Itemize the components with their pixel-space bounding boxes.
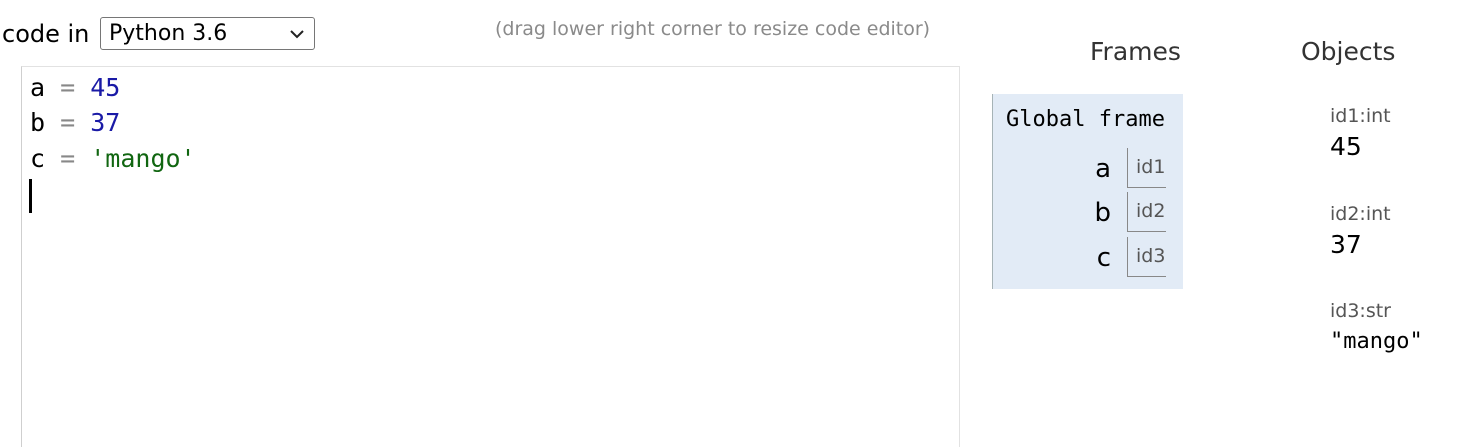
frame-var-ref[interactable]: id2 [1127,192,1166,232]
code-var: a [30,73,46,102]
code-string: 'mango' [90,144,196,173]
global-frame: Global frame a id1 b id2 c id3 [992,94,1183,289]
code-number: 45 [90,73,121,102]
text-cursor [29,179,32,213]
frames-heading: Frames [1090,37,1181,66]
object-type-label: id3:str [1330,300,1391,322]
code-number: 37 [90,108,121,137]
object-type-label: id2:int [1330,203,1391,225]
frame-var-name: b [1094,198,1111,228]
frame-var-name: c [1096,243,1111,273]
objects-heading: Objects [1301,37,1396,66]
object-value: 37 [1330,230,1362,259]
language-select-value: Python 3.6 [109,21,228,46]
code-line-1: a = 45 [30,70,120,106]
code-line-2: b = 37 [30,105,120,141]
code-editor[interactable]: a = 45 b = 37 c = 'mango' [21,66,960,447]
code-in-label: code in [2,20,90,48]
code-var: c [30,144,46,173]
object-value: 45 [1330,132,1362,161]
global-frame-title: Global frame [1006,107,1165,132]
language-select[interactable]: Python 3.6 [100,17,315,50]
chevron-down-icon [290,30,304,39]
code-operator: = [60,73,76,102]
resize-hint: (drag lower right corner to resize code … [495,18,931,40]
code-operator: = [60,144,76,173]
object-value: "mango" [1330,329,1423,354]
code-var: b [30,108,46,137]
object-type-label: id1:int [1330,105,1391,127]
frame-var-ref[interactable]: id3 [1127,237,1166,277]
frame-var-name: a [1095,154,1111,184]
frame-var-ref[interactable]: id1 [1127,148,1166,188]
code-operator: = [60,108,76,137]
code-line-3: c = 'mango' [30,141,196,177]
